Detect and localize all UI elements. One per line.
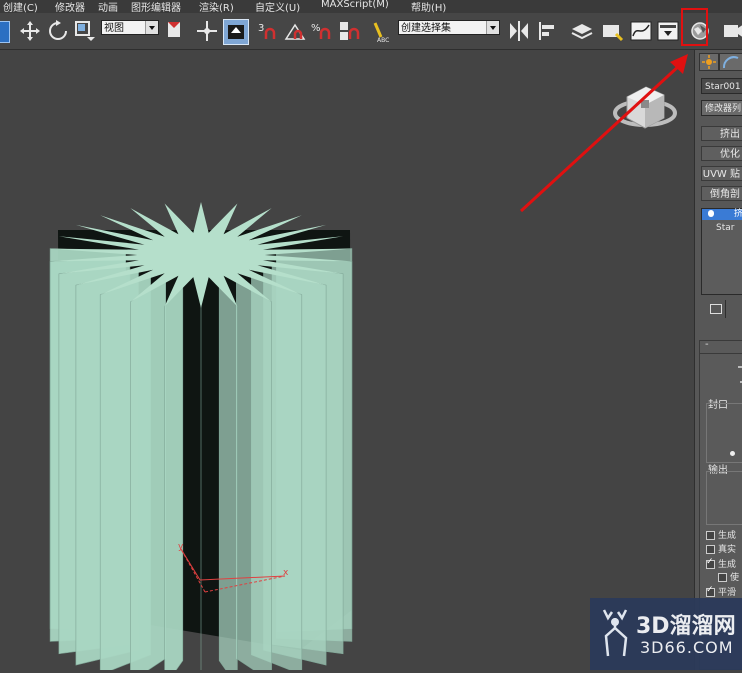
checkbox-generate-material-ids[interactable]: 生成 [706, 557, 736, 570]
spinner-snap-icon[interactable] [337, 19, 361, 43]
checkbox-real-world[interactable]: 真实 [706, 542, 736, 555]
menu-modifiers[interactable]: 修改器 [55, 0, 85, 14]
svg-text:ABC: ABC [377, 37, 389, 43]
stack-item-extrude[interactable]: 挤 [702, 209, 742, 220]
cap-group-box [706, 403, 742, 463]
checkbox-generate-mapping[interactable]: 生成 [706, 528, 736, 541]
watermark-brand: 3D溜溜网 [636, 614, 736, 639]
pivot-icon[interactable] [163, 19, 187, 43]
object-name-field[interactable]: Star001 [701, 78, 742, 94]
chevron-down-icon [486, 21, 499, 34]
checkbox-label: 生成 [718, 531, 737, 541]
svg-text:3: 3 [258, 23, 264, 34]
main-toolbar: 视图 3 % ABC 创建选择集 [0, 13, 742, 50]
star-fin [236, 277, 272, 673]
menu-maxscript[interactable]: MAXScript(M) [321, 0, 389, 10]
scale-icon[interactable] [73, 19, 97, 43]
stack-item-label: 挤 [734, 209, 742, 219]
cap-radio[interactable] [730, 451, 735, 456]
mirror-icon[interactable] [507, 19, 531, 43]
reference-coord-dropdown[interactable]: 视图 [101, 20, 159, 35]
checkbox[interactable] [706, 531, 715, 540]
select-icon[interactable] [0, 21, 10, 43]
menu-bar: 创建(C) 修改器 动画 图形编辑器 渲染(R) 自定义(U) MAXScrip… [0, 0, 742, 14]
stack-toolbar-divider [725, 300, 726, 318]
view-cube[interactable] [613, 86, 677, 129]
schematic-view-icon[interactable] [656, 19, 680, 43]
layer-manager-icon[interactable] [570, 19, 594, 43]
menu-help[interactable]: 帮助(H) [411, 0, 446, 14]
curve-editor-icon[interactable] [629, 19, 653, 43]
stack-item-label: Star [716, 223, 735, 233]
keyboard-shortcut-icon[interactable] [223, 19, 249, 45]
align-icon[interactable] [537, 19, 561, 43]
annotation-highlight-box [681, 8, 708, 46]
output-group-box [706, 471, 742, 525]
named-selection-dropdown[interactable]: 创建选择集 [398, 20, 500, 35]
bevel-profile-button[interactable]: 倒角剖 [701, 186, 742, 201]
modify-tab[interactable] [719, 53, 742, 71]
svg-text:%: % [311, 23, 321, 34]
snap-icon[interactable]: 3 [256, 19, 280, 43]
uvw-map-button[interactable]: UVW 贴 [701, 166, 742, 181]
rollout-collapse[interactable]: - [705, 339, 709, 350]
menu-graph-editors[interactable]: 图形编辑器 [131, 0, 181, 14]
edit-named-selection-icon[interactable]: ABC [371, 19, 395, 43]
named-selection-value: 创建选择集 [401, 23, 451, 34]
rotate-icon[interactable] [46, 19, 70, 43]
watermark-url: 3D66.COM [640, 638, 734, 657]
menu-animation[interactable]: 动画 [98, 0, 118, 14]
deer-logo-icon [602, 609, 628, 657]
chevron-down-icon [145, 21, 158, 34]
extruded-star-fins [49, 248, 353, 673]
extrude-button[interactable]: 挤出 [701, 126, 742, 141]
scene-explorer-icon[interactable] [600, 19, 624, 43]
angle-snap-icon[interactable] [283, 19, 307, 43]
perspective-viewport[interactable]: y x [0, 50, 694, 673]
star-fin [130, 277, 166, 673]
command-panel: Star001 修改器列 挤出 优化 UVW 贴 倒角剖 挤 Star - 封口… [694, 50, 742, 670]
divider [700, 353, 742, 354]
move-icon[interactable] [18, 19, 42, 43]
checkbox-label: 使 [730, 573, 740, 583]
menu-create[interactable]: 创建(C) [3, 0, 38, 14]
optimize-button[interactable]: 优化 [701, 146, 742, 161]
modifier-list-dropdown[interactable]: 修改器列 [701, 100, 742, 116]
checkbox-smooth[interactable]: 平滑 [706, 585, 736, 598]
checkbox[interactable] [706, 585, 715, 597]
select-manipulate-icon[interactable] [195, 19, 219, 43]
checkbox-label: 生成 [718, 560, 737, 570]
viewport-scene: y x [49, 54, 688, 673]
checkbox[interactable] [706, 545, 715, 554]
create-tab[interactable] [699, 53, 719, 71]
menu-customize[interactable]: 自定义(U) [255, 0, 300, 14]
percent-snap-icon[interactable]: % [310, 19, 334, 43]
star-fin [218, 279, 238, 673]
bulb-icon[interactable] [708, 210, 714, 217]
modify-arc-icon [722, 56, 739, 69]
checkbox[interactable] [706, 557, 715, 569]
checkbox-use-shape-ids[interactable]: 使 [718, 570, 739, 583]
menu-rendering[interactable]: 渲染(R) [199, 0, 234, 14]
watermark: 3D溜溜网 3D66.COM [590, 598, 742, 670]
pin-stack-icon[interactable] [710, 304, 722, 314]
param-tick [738, 366, 742, 368]
checkbox[interactable] [718, 573, 727, 582]
axis-x-label: x [283, 568, 289, 578]
checkbox-label: 真实 [718, 545, 737, 555]
axis-y-label: y [178, 542, 184, 552]
sun-icon [702, 55, 716, 69]
stack-item-star[interactable]: Star [702, 223, 742, 234]
render-setup-icon[interactable] [722, 19, 742, 43]
checkbox-label: 平滑 [718, 588, 737, 598]
annotation-arrow [519, 54, 688, 213]
reference-coord-value: 视图 [104, 23, 124, 34]
star-fin [164, 279, 184, 673]
modifier-stack: 挤 Star [701, 208, 742, 295]
